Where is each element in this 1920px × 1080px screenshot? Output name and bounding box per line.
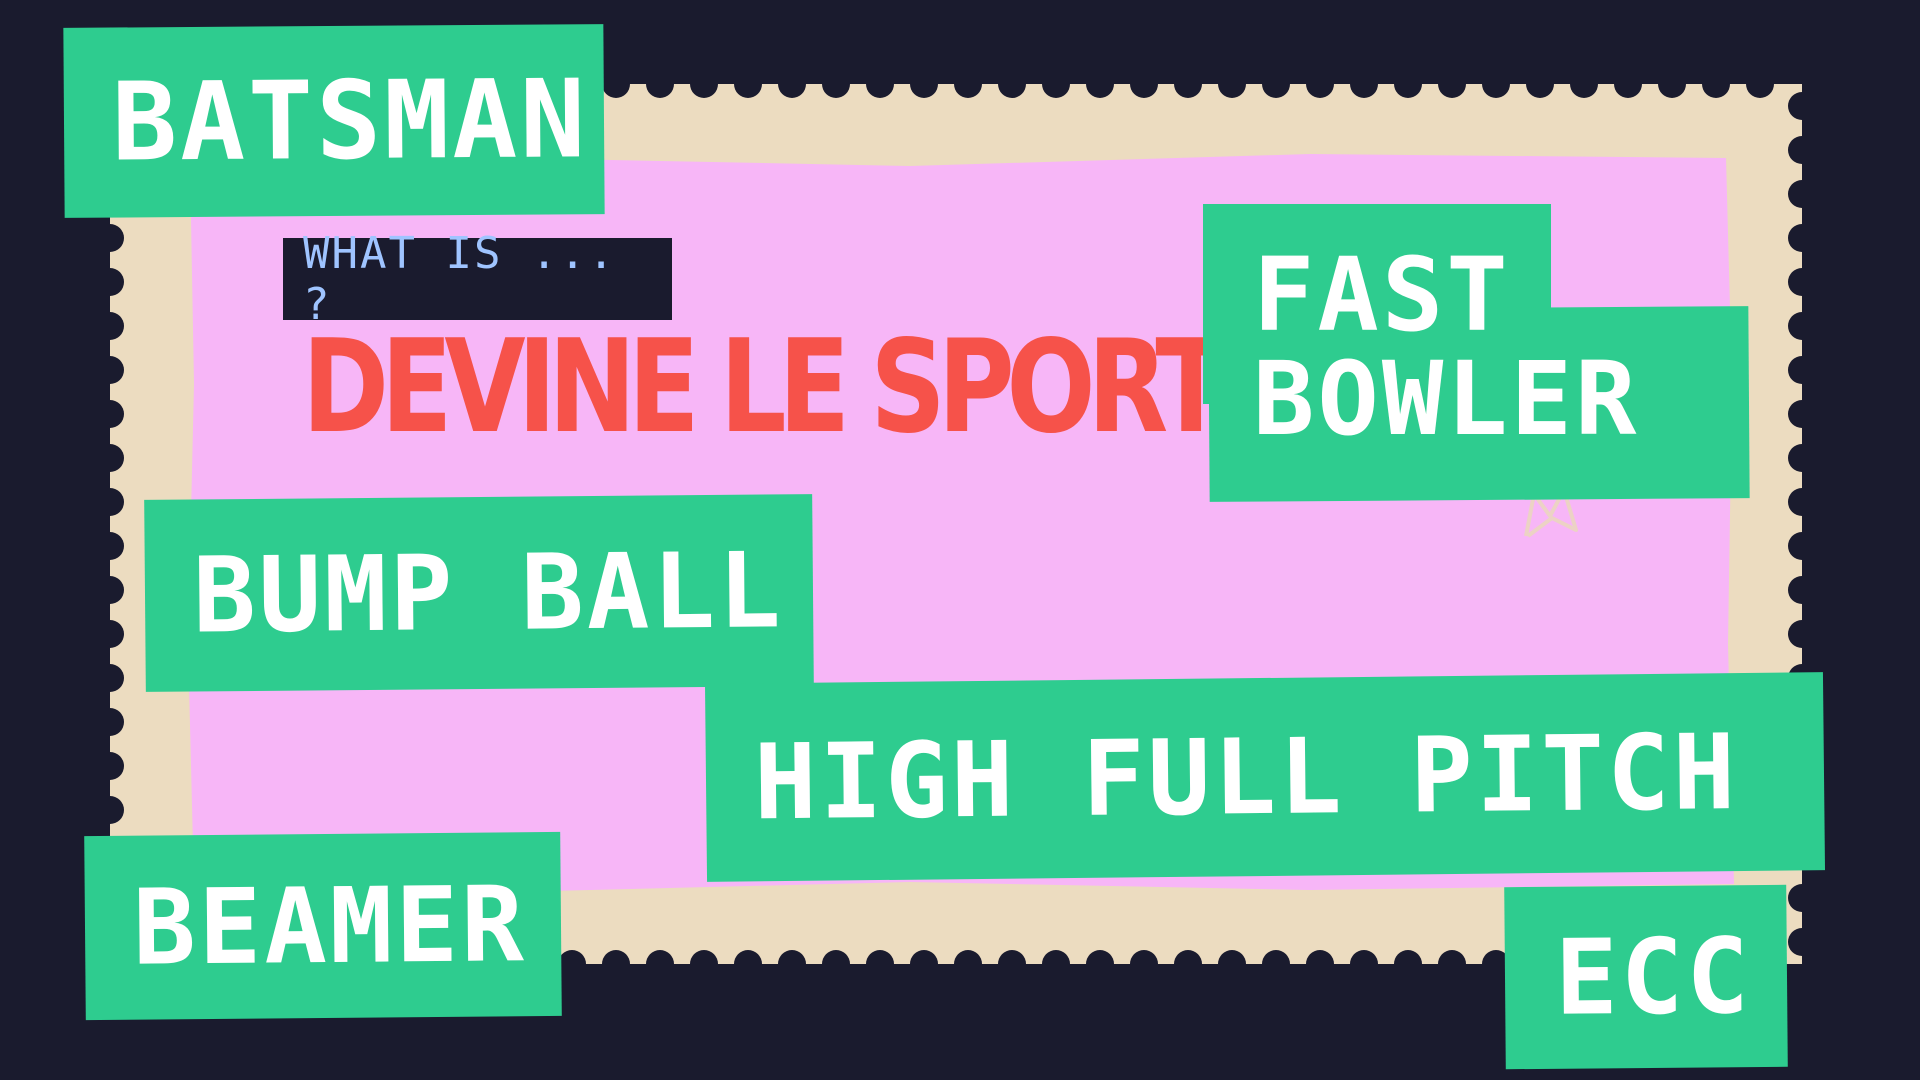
term-tag-bump-ball: BUMP BALL <box>144 494 814 692</box>
term-line-1: FAST <box>1253 236 1511 355</box>
page-title: DEVINE LE SPORT <box>302 313 1227 462</box>
question-label: WHAT IS ... ? <box>283 228 672 330</box>
term-label: BEAMER <box>132 863 528 989</box>
term-tag-batsman: BATSMAN <box>63 24 605 218</box>
term-label: ECC <box>1554 915 1753 1039</box>
term-label: HIGH FULL PITCH <box>753 711 1739 844</box>
term-label: BATSMAN <box>111 56 589 186</box>
term-tag-beamer: BEAMER <box>84 831 562 1021</box>
term-label: BUMP BALL <box>192 529 785 657</box>
term-tag-ecc: ECC <box>1504 884 1788 1070</box>
term-tag-fast-bowler: FAST BOWLER <box>1203 204 1750 502</box>
term-line-2: BOWLER <box>1253 340 1640 459</box>
term-label: FAST BOWLER <box>1253 244 1639 452</box>
term-tag-high-full-pitch: HIGH FULL PITCH <box>704 672 1826 882</box>
